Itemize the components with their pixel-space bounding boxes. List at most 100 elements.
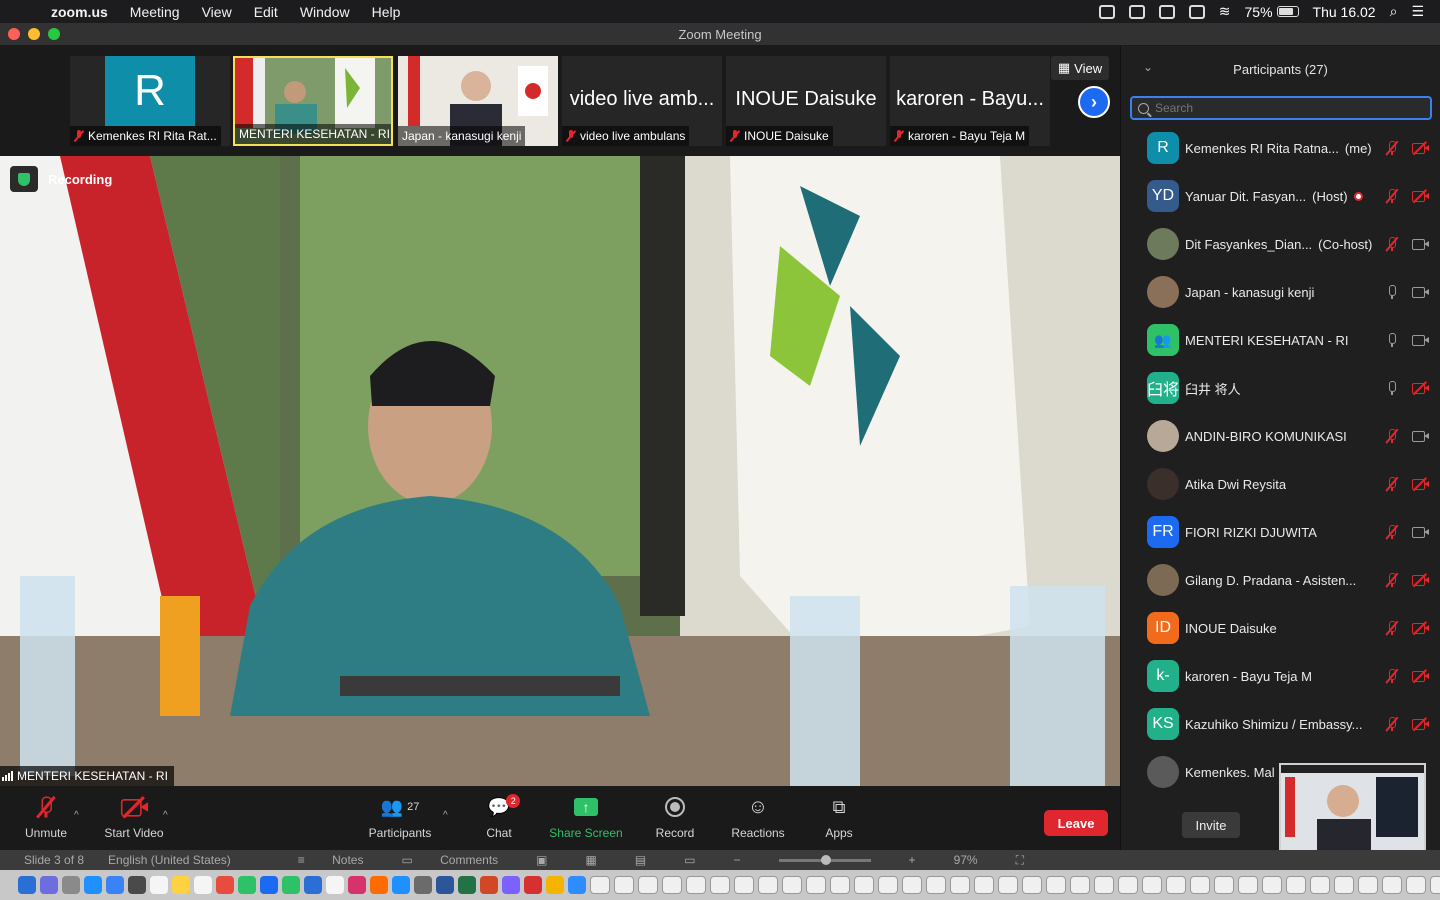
dock-document-icon[interactable] xyxy=(1238,876,1258,894)
dock-document-icon[interactable] xyxy=(1142,876,1162,894)
dock-document-icon[interactable] xyxy=(1190,876,1210,894)
dock-app-icon[interactable] xyxy=(370,876,388,894)
dock-document-icon[interactable] xyxy=(782,876,802,894)
chevron-down-icon[interactable]: ⌄ xyxy=(1143,60,1153,74)
dock-app-icon[interactable] xyxy=(194,876,212,894)
dock-app-icon[interactable] xyxy=(524,876,542,894)
reactions-button[interactable]: ☺ Reactions xyxy=(713,794,803,841)
menu-window[interactable]: Window xyxy=(289,4,361,20)
participant-search-box[interactable] xyxy=(1130,96,1432,120)
dock-document-icon[interactable] xyxy=(1406,876,1426,894)
dock-app-icon[interactable] xyxy=(150,876,168,894)
battery-status[interactable]: 75% xyxy=(1245,4,1299,20)
menu-help[interactable]: Help xyxy=(361,4,412,20)
dock-app-icon[interactable] xyxy=(568,876,586,894)
dock-document-icon[interactable] xyxy=(638,876,658,894)
participants-button[interactable]: 👥 27 Participants xyxy=(355,794,445,841)
participant-row[interactable]: FR FIORI RIZKI DJUWITA xyxy=(1121,508,1440,556)
dock-document-icon[interactable] xyxy=(1118,876,1138,894)
zoom-slider[interactable] xyxy=(778,854,871,865)
dock-document-icon[interactable] xyxy=(1070,876,1090,894)
zoom-out-icon[interactable]: − xyxy=(734,853,741,867)
dock-document-icon[interactable] xyxy=(1430,876,1440,894)
dock-document-icon[interactable] xyxy=(830,876,850,894)
fit-to-window-icon[interactable]: ⛶ xyxy=(1016,853,1024,868)
dock-document-icon[interactable] xyxy=(734,876,754,894)
dock-app-icon[interactable] xyxy=(238,876,256,894)
reading-view-icon[interactable]: ▤ xyxy=(635,853,646,867)
participant-row[interactable]: Atika Dwi Reysita xyxy=(1121,460,1440,508)
participant-row[interactable]: Japan - kanasugi kenji xyxy=(1121,268,1440,316)
dock-document-icon[interactable] xyxy=(950,876,970,894)
dock-document-icon[interactable] xyxy=(614,876,634,894)
dock-document-icon[interactable] xyxy=(710,876,730,894)
dock-app-icon[interactable] xyxy=(260,876,278,894)
dock-app-icon[interactable] xyxy=(458,876,476,894)
dock-app-icon[interactable] xyxy=(62,876,80,894)
view-button[interactable]: ▦ View xyxy=(1051,56,1109,80)
zoom-window-button[interactable] xyxy=(48,28,60,40)
dock-document-icon[interactable] xyxy=(1094,876,1114,894)
dock-app-icon[interactable] xyxy=(106,876,124,894)
dock-document-icon[interactable] xyxy=(1262,876,1282,894)
participant-row[interactable]: Gilang D. Pradana - Asisten... xyxy=(1121,556,1440,604)
dock-app-icon[interactable] xyxy=(128,876,146,894)
dock-document-icon[interactable] xyxy=(854,876,874,894)
participant-row[interactable]: k-karoren - Bayu Teja M xyxy=(1121,652,1440,700)
participant-row[interactable]: 👥 MENTERI KESEHATAN - RI xyxy=(1121,316,1440,364)
dock-document-icon[interactable] xyxy=(686,876,706,894)
audio-options-caret[interactable]: ^ xyxy=(74,810,79,821)
dock-document-icon[interactable] xyxy=(1310,876,1330,894)
dock-document-icon[interactable] xyxy=(1022,876,1042,894)
thumbnail-participant-5[interactable]: INOUE Daisuke INOUE Daisuke xyxy=(726,56,886,146)
self-view-video[interactable] xyxy=(1279,763,1426,856)
zoom-level[interactable]: 97% xyxy=(954,853,978,867)
dock-app-icon[interactable] xyxy=(326,876,344,894)
menu-app-name[interactable]: zoom.us xyxy=(40,4,119,20)
thumbnail-participant-3[interactable]: Japan - kanasugi kenji xyxy=(398,56,558,146)
dock-document-icon[interactable] xyxy=(974,876,994,894)
dock-document-icon[interactable] xyxy=(1382,876,1402,894)
recording-indicator[interactable]: Recording xyxy=(10,166,112,192)
menu-meeting[interactable]: Meeting xyxy=(119,4,191,20)
dock-app-icon[interactable] xyxy=(392,876,410,894)
dock-document-icon[interactable] xyxy=(998,876,1018,894)
camera-tray-icon[interactable] xyxy=(1128,4,1145,19)
participant-row[interactable]: Dit Fasyankes_Dian... (Co-host) xyxy=(1121,220,1440,268)
dock-document-icon[interactable] xyxy=(878,876,898,894)
participant-row[interactable]: ANDIN-BIRO KOMUNIKASI xyxy=(1121,412,1440,460)
zoom-tray-icon[interactable] xyxy=(1098,4,1115,19)
dock-document-icon[interactable] xyxy=(1214,876,1234,894)
dock-app-icon[interactable] xyxy=(436,876,454,894)
comments-button[interactable]: ▭ Comments xyxy=(401,853,498,867)
dock-document-icon[interactable] xyxy=(1358,876,1378,894)
control-center-icon[interactable]: ☰ xyxy=(1411,3,1424,20)
leave-button[interactable]: Leave xyxy=(1044,810,1108,836)
record-button[interactable]: Record xyxy=(630,794,720,840)
share-screen-button[interactable]: ↑ Share Screen xyxy=(541,794,631,840)
dock-document-icon[interactable] xyxy=(1166,876,1186,894)
app-tray-icon[interactable] xyxy=(1158,4,1175,19)
slide-sorter-icon[interactable]: ▦ xyxy=(586,853,597,867)
dock-document-icon[interactable] xyxy=(662,876,682,894)
dock-document-icon[interactable] xyxy=(902,876,922,894)
notes-button[interactable]: ≡ Notes xyxy=(298,853,364,867)
menu-edit[interactable]: Edit xyxy=(243,4,289,20)
dock-app-icon[interactable] xyxy=(480,876,498,894)
dock-app-icon[interactable] xyxy=(414,876,432,894)
dock-document-icon[interactable] xyxy=(590,876,610,894)
dock-app-icon[interactable] xyxy=(40,876,58,894)
next-page-button[interactable]: › xyxy=(1078,86,1110,118)
thumbnail-participant-1[interactable]: R Kemenkes RI Rita Rat... xyxy=(70,56,230,146)
apps-button[interactable]: ⧉ Apps xyxy=(794,794,884,841)
main-video[interactable]: Recording MENTERI KESEHATAN - RI xyxy=(0,156,1120,786)
dock-app-icon[interactable] xyxy=(84,876,102,894)
participant-row[interactable]: KS Kazuhiko Shimizu / Embassy... xyxy=(1121,700,1440,748)
close-window-button[interactable] xyxy=(8,28,20,40)
dock-app-icon[interactable] xyxy=(18,876,36,894)
zoom-in-icon[interactable]: + xyxy=(909,853,916,867)
thumbnail-participant-2[interactable]: MENTERI KESEHATAN - RI xyxy=(233,56,393,146)
minimize-window-button[interactable] xyxy=(28,28,40,40)
dock-app-icon[interactable] xyxy=(216,876,234,894)
participant-row[interactable]: 臼将 臼井 将人 xyxy=(1121,364,1440,412)
